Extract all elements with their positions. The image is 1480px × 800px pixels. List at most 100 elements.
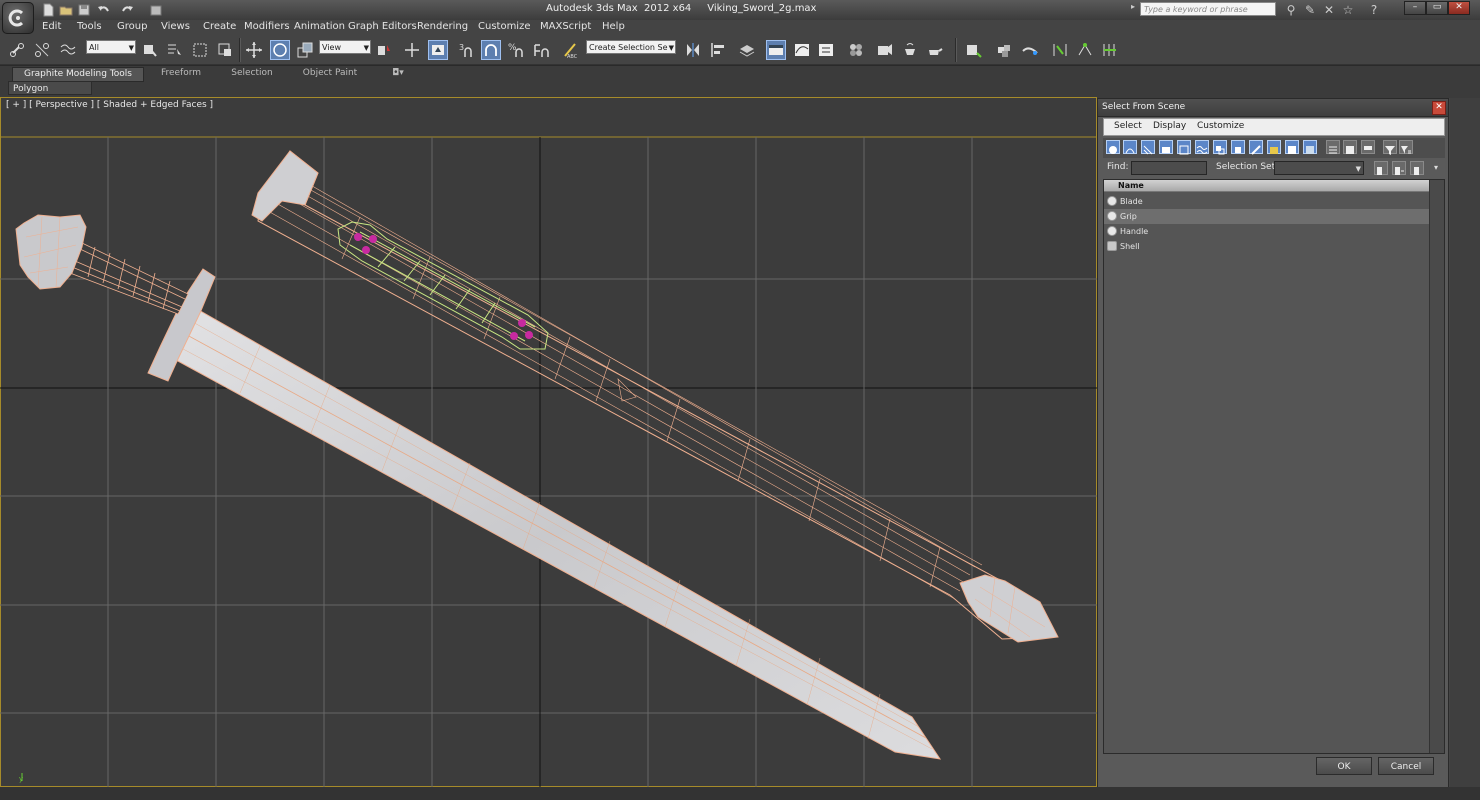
skin-tool-icon[interactable] xyxy=(1100,40,1120,60)
filter-icon[interactable] xyxy=(1383,140,1397,155)
select-dependents-icon[interactable] xyxy=(1374,161,1388,175)
xrefs-filter-icon[interactable] xyxy=(1231,140,1245,154)
selection-set-dropdown[interactable]: ▼ xyxy=(1274,161,1364,175)
project-folder-icon[interactable] xyxy=(148,2,164,18)
mirror-icon[interactable] xyxy=(683,40,703,60)
ik-solver-icon[interactable] xyxy=(1075,40,1095,60)
list-item-shell[interactable]: Shell xyxy=(1104,239,1430,254)
dialog-close-icon[interactable]: ✕ xyxy=(1432,101,1446,115)
dialog-menu-customize[interactable]: Customize xyxy=(1197,121,1244,131)
hair-tool-icon[interactable] xyxy=(1020,40,1040,60)
redo-icon[interactable] xyxy=(120,2,136,18)
select-children-icon[interactable] xyxy=(1392,161,1406,175)
spinner-snap-icon[interactable] xyxy=(531,40,551,60)
menu-edit[interactable]: Edit xyxy=(42,21,61,32)
window-crossing-icon[interactable] xyxy=(215,40,235,60)
display-none-icon[interactable] xyxy=(1343,140,1357,154)
graphite-toggle-icon[interactable] xyxy=(766,40,786,60)
rectangular-selection-icon[interactable] xyxy=(190,40,210,60)
select-influences-icon[interactable] xyxy=(1410,161,1424,175)
viewport-scene[interactable]: y xyxy=(0,97,1097,787)
helpers-filter-icon[interactable] xyxy=(1177,140,1191,155)
material-editor-icon[interactable] xyxy=(846,40,866,60)
search-expand-icon[interactable]: ▸ xyxy=(1131,2,1139,16)
menu-group[interactable]: Group xyxy=(117,21,147,32)
menu-maxscript[interactable]: MAXScript xyxy=(540,21,591,32)
align-icon[interactable] xyxy=(708,40,728,60)
scale-icon[interactable] xyxy=(295,40,315,60)
schematic-view-icon[interactable] xyxy=(816,40,836,60)
groups-filter-icon[interactable] xyxy=(1213,140,1227,155)
save-file-icon[interactable] xyxy=(76,2,92,18)
render-production-icon[interactable] xyxy=(925,40,945,60)
lights-filter-icon[interactable] xyxy=(1141,140,1155,155)
unlink-icon[interactable] xyxy=(32,40,52,60)
menu-rendering[interactable]: Rendering xyxy=(417,21,468,32)
favorites-icon[interactable]: ☆ xyxy=(1340,2,1356,18)
toolbar-expand-icon[interactable]: ▾ xyxy=(1434,163,1438,172)
app-menu-button[interactable] xyxy=(2,2,34,34)
search-input[interactable]: Type a keyword or phrase xyxy=(1140,2,1276,16)
keyboard-shortcut-override-icon[interactable] xyxy=(428,40,448,60)
dialog-title-bar[interactable]: Select From Scene ✕ xyxy=(1098,99,1448,117)
menu-customize[interactable]: Customize xyxy=(478,21,531,32)
undo-icon[interactable] xyxy=(95,2,111,18)
viewport-label[interactable]: [ + ] [ Perspective ] [ Shaded + Edged F… xyxy=(6,100,213,110)
menu-modifiers[interactable]: Modifiers xyxy=(244,21,290,32)
maximize-button[interactable]: ▭ xyxy=(1426,1,1448,15)
rendered-frame-window-icon[interactable] xyxy=(900,40,920,60)
shapes-filter-icon[interactable] xyxy=(1123,140,1137,154)
hidden-filter-icon[interactable] xyxy=(1303,140,1317,154)
pivot-center-icon[interactable] xyxy=(374,40,394,60)
curve-editor-icon[interactable] xyxy=(792,40,812,60)
ribbon-panel-polygon-modeling[interactable]: Polygon Modeling xyxy=(8,81,92,108)
list-scrollbar[interactable] xyxy=(1429,180,1444,753)
edit-named-selection-icon[interactable]: ABC xyxy=(560,40,580,60)
tab-freeform[interactable]: Freeform xyxy=(152,67,210,80)
render-setup-icon[interactable] xyxy=(875,40,895,60)
select-object-icon[interactable] xyxy=(140,40,160,60)
binoculars-icon[interactable]: ⚲ xyxy=(1283,2,1299,18)
column-header-name[interactable]: Name xyxy=(1104,180,1430,192)
bind-spacewarp-icon[interactable] xyxy=(58,40,78,60)
angle-snap-icon[interactable] xyxy=(481,40,501,60)
display-all-icon[interactable] xyxy=(1326,140,1340,154)
communication-icon[interactable]: ✕ xyxy=(1321,2,1337,18)
spacewarps-filter-icon[interactable] xyxy=(1195,140,1209,154)
move-icon[interactable] xyxy=(244,40,264,60)
cameras-filter-icon[interactable] xyxy=(1159,140,1173,154)
reference-coord-dropdown[interactable]: View ▼ xyxy=(319,40,371,54)
tab-selection[interactable]: Selection xyxy=(222,67,282,80)
named-selection-set-dropdown[interactable]: Create Selection Se ▼ xyxy=(586,40,676,54)
ribbon-options-icon[interactable]: ◘▾ xyxy=(386,67,410,80)
dialog-menu-display[interactable]: Display xyxy=(1153,121,1186,131)
select-manipulate-icon[interactable] xyxy=(402,40,422,60)
layer-manager-icon[interactable] xyxy=(737,40,757,60)
find-input[interactable] xyxy=(1131,161,1207,175)
select-by-name-icon[interactable] xyxy=(164,40,184,60)
rotate-icon[interactable] xyxy=(270,40,290,60)
help-icon[interactable]: ? xyxy=(1366,2,1382,18)
cancel-button[interactable]: Cancel xyxy=(1378,757,1434,775)
list-item-blade[interactable]: Blade xyxy=(1104,194,1430,209)
list-item-grip[interactable]: Grip xyxy=(1104,209,1430,224)
minimize-button[interactable]: – xyxy=(1404,1,1426,15)
menu-create[interactable]: Create xyxy=(203,21,236,32)
bones-filter-icon[interactable] xyxy=(1249,140,1263,155)
tab-graphite-modeling-tools[interactable]: Graphite Modeling Tools xyxy=(12,67,144,82)
populate-icon[interactable] xyxy=(994,40,1014,60)
ok-button[interactable]: OK xyxy=(1316,757,1372,775)
percent-snap-icon[interactable]: % xyxy=(506,40,526,60)
new-file-icon[interactable] xyxy=(40,2,56,18)
menu-animation[interactable]: Animation xyxy=(294,21,345,32)
menu-views[interactable]: Views xyxy=(161,21,190,32)
subscription-icon[interactable]: ✎ xyxy=(1302,2,1318,18)
snaps-toggle-icon[interactable]: 3 xyxy=(456,40,476,60)
display-invert-icon[interactable] xyxy=(1361,140,1375,154)
container-icon[interactable] xyxy=(964,40,984,60)
filter-options-icon[interactable] xyxy=(1399,140,1413,154)
geometry-filter-icon[interactable] xyxy=(1106,140,1120,154)
dialog-menu-select[interactable]: Select xyxy=(1114,121,1142,131)
link-icon[interactable] xyxy=(8,40,28,60)
frozen-filter-icon[interactable] xyxy=(1285,140,1299,154)
